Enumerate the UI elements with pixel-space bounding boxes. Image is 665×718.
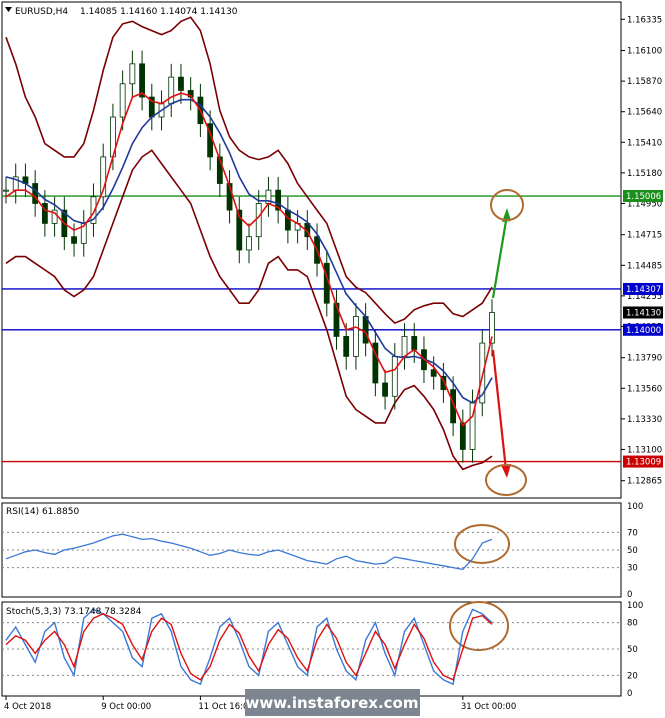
- stoch-tick-label-4: 0: [627, 689, 632, 699]
- stoch-tick-label-0: 100: [627, 601, 643, 611]
- time-tick-label-1: 9 Oct 00:00: [101, 702, 151, 712]
- time-tick-label-4: 31 Oct 00:00: [461, 702, 516, 712]
- price-tick-label-11: 1.13790: [627, 354, 662, 364]
- candle-body-7: [71, 236, 77, 244]
- candle-body-25: [246, 236, 252, 251]
- price-tick-label-12: 1.13560: [627, 384, 662, 394]
- candle-body-29: [284, 209, 291, 231]
- chart-canvas[interactable]: 1.16335 1.16100 1.15870 1.15640 1.15410 1.151…: [0, 0, 665, 718]
- candle-body-0: [3, 189, 9, 192]
- rsi-tick-label-1: 70: [627, 528, 638, 538]
- rsi-tick-label-2: 50: [627, 546, 638, 556]
- price-tick-label-5: 1.15180: [627, 169, 662, 179]
- candle-body-13: [129, 63, 136, 85]
- rsi-label: RSI(14) 61.8850: [6, 507, 79, 517]
- candle-body-12: [119, 83, 126, 118]
- candle-body-39: [382, 382, 388, 397]
- candle-body-18: [178, 76, 184, 91]
- time-tick-label-0: 4 Oct 2018: [4, 702, 51, 712]
- level-tag-text-2: 1.14000: [626, 326, 661, 336]
- price-tick-label-14: 1.13100: [627, 445, 662, 455]
- price-tick-label-0: 1.16335: [627, 15, 662, 25]
- current-price-tag-text: 1.14130: [626, 308, 661, 318]
- rsi-tick-label-0: 100: [627, 502, 643, 512]
- candle-body-40: [391, 355, 398, 397]
- watermark-text: www.instaforex.com: [246, 694, 419, 712]
- price-tick-label-13: 1.13330: [627, 415, 662, 425]
- price-tick-label-3: 1.15640: [627, 108, 662, 118]
- level-tag-text-3: 1.13009: [626, 458, 661, 468]
- candle-body-41: [401, 336, 408, 357]
- stoch-label: Stoch(5,3,3) 73.1748 78.3284: [6, 607, 142, 617]
- level-tag-text-0: 1.15006: [626, 192, 661, 202]
- candle-body-17: [168, 76, 175, 105]
- stoch-tick-label-1: 80: [627, 619, 638, 629]
- price-tick-label-15: 1.12865: [627, 477, 662, 487]
- symbol-label: EURUSD,H4: [15, 7, 68, 17]
- price-tick-label-4: 1.15410: [627, 138, 662, 148]
- ohlc-label: 1.14085 1.14160 1.14074 1.14130: [80, 7, 238, 17]
- candle-body-26: [255, 203, 262, 238]
- rsi-tick-label-4: 0: [627, 590, 632, 600]
- price-tick-label-2: 1.15870: [627, 77, 662, 87]
- candle-body-47: [459, 422, 466, 450]
- price-tick-label-1: 1.16100: [627, 47, 662, 57]
- stoch-tick-label-2: 50: [627, 645, 638, 655]
- candle-body-36: [353, 316, 359, 357]
- candle-body-42: [411, 336, 418, 351]
- rsi-tick-label-3: 30: [627, 564, 638, 574]
- level-tag-text-1: 1.14307: [626, 285, 661, 295]
- price-tick-label-8: 1.14485: [627, 261, 662, 271]
- price-tick-label-7: 1.14715: [627, 231, 662, 241]
- chart-window: 1.16335 1.16100 1.15870 1.15640 1.15410 1.151…: [0, 0, 665, 718]
- stoch-tick-label-3: 20: [627, 671, 638, 681]
- candle-body-14: [139, 63, 145, 98]
- candle-body-35: [343, 336, 350, 357]
